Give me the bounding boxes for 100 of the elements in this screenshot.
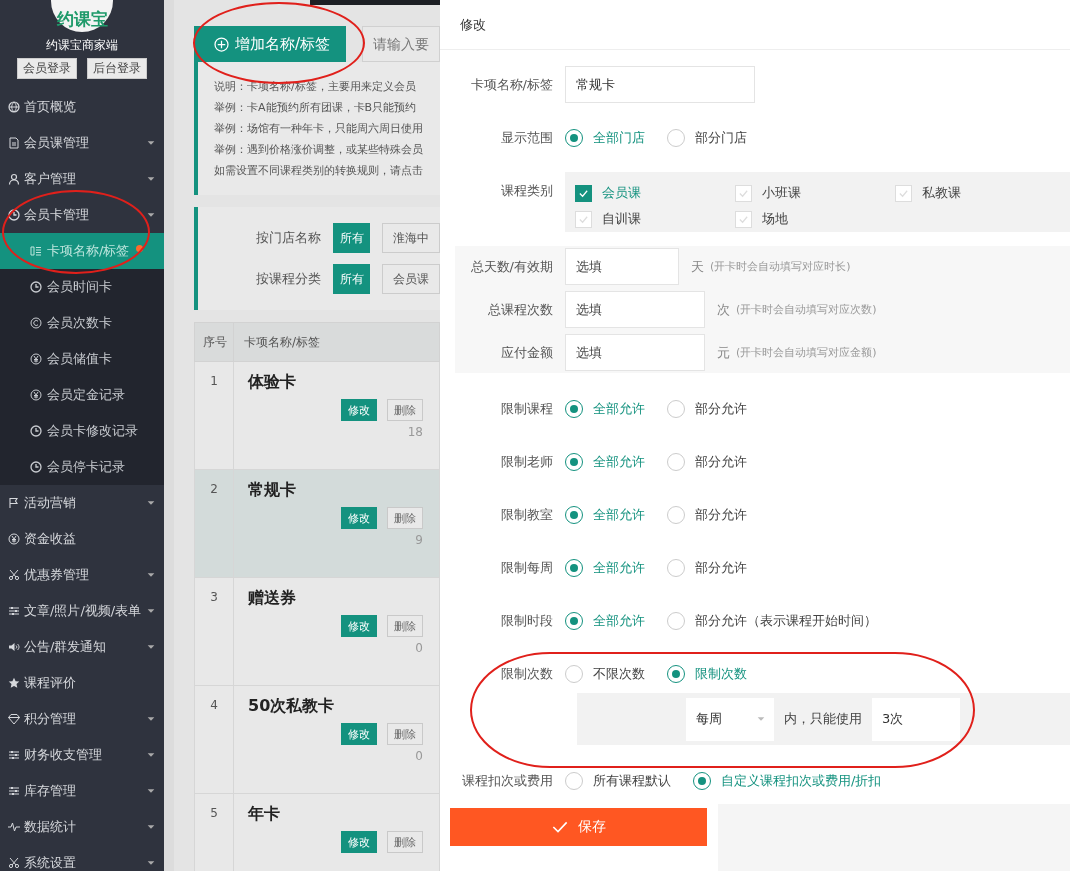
edit-button[interactable]: 修改 <box>341 507 377 529</box>
field-label: 限制次数 <box>500 664 554 683</box>
clock-icon <box>30 425 42 437</box>
submenu-item[interactable]: 会员时间卡 <box>0 269 164 305</box>
sidebar-item[interactable]: 会员卡管理 <box>0 197 164 233</box>
document-icon <box>8 137 20 149</box>
category-checkbox[interactable]: 会员课 <box>575 184 735 202</box>
yen-icon <box>30 389 42 401</box>
delete-button[interactable]: 删除 <box>387 723 423 745</box>
sidebar-item[interactable]: 优惠券管理 <box>0 557 164 593</box>
submenu-item[interactable]: 会员停卡记录 <box>0 449 164 485</box>
sliders-icon <box>8 605 20 617</box>
field-label: 课程类别 <box>500 182 554 200</box>
edit-button[interactable]: 修改 <box>341 615 377 637</box>
filter-option[interactable]: 会员课 <box>382 264 440 294</box>
delete-button[interactable]: 删除 <box>387 399 423 421</box>
unit-text: 元 <box>717 343 730 362</box>
login-button[interactable]: 会员登录 <box>17 58 77 79</box>
sidebar-item[interactable]: 库存管理 <box>0 773 164 809</box>
all-button[interactable]: 所有 <box>333 264 370 294</box>
search-field[interactable]: 请输入要 <box>362 26 440 62</box>
sidebar-item[interactable]: 财务收支管理 <box>0 737 164 773</box>
row-number: 4 <box>194 685 234 794</box>
amount-field[interactable]: 选填 <box>565 291 705 328</box>
sidebar-item[interactable]: 课程评价 <box>0 665 164 701</box>
delete-button[interactable]: 删除 <box>387 831 423 853</box>
category-checkbox[interactable]: 小班课 <box>735 184 895 202</box>
card-name: 年卡 <box>247 803 281 825</box>
radio-option[interactable]: 全部允许 <box>565 452 645 471</box>
edit-button[interactable]: 修改 <box>341 399 377 421</box>
radio-option[interactable]: 部分允许 <box>667 399 747 418</box>
sliders-icon <box>8 785 20 797</box>
amount-field[interactable]: 选填 <box>565 334 705 371</box>
count-text: 18 <box>407 425 423 439</box>
radio-option[interactable]: 不限次数 <box>565 664 645 683</box>
submenu-item[interactable]: 会员储值卡 <box>0 341 164 377</box>
coin-icon <box>30 317 42 329</box>
hint-text: (开卡时会自动填写对应时长) <box>710 259 851 274</box>
field-label: 应付金额 <box>500 343 554 362</box>
all-button[interactable]: 所有 <box>333 223 370 253</box>
card-name: 常规卡 <box>247 479 297 501</box>
sidebar-item[interactable]: 客户管理 <box>0 161 164 197</box>
radio-option[interactable]: 部分门店 <box>667 128 747 147</box>
edit-button[interactable]: 修改 <box>341 831 377 853</box>
row-number: 2 <box>194 469 234 578</box>
filter-option[interactable]: 淮海中 <box>382 223 440 253</box>
period-select[interactable]: 每周 <box>686 697 774 741</box>
brand-name: 约课宝商家端 <box>45 37 119 54</box>
table-row[interactable]: 2 常规卡 修改 删除 9 <box>194 469 440 578</box>
plus-circle-icon <box>214 36 229 52</box>
radio-option[interactable]: 限制次数 <box>667 664 747 683</box>
logo: 约课宝 <box>51 0 113 32</box>
note-text: 举例：场馆有一种年卡，只能周六周日使用 <box>214 121 424 137</box>
radio-option[interactable]: 部分允许 <box>667 452 747 471</box>
count-text: 0 <box>415 641 423 655</box>
column-header: 序号 <box>194 322 234 362</box>
notification-dot <box>136 245 144 252</box>
radio-option[interactable]: 全部允许 <box>565 399 645 418</box>
sidebar-item[interactable]: 首页概览 <box>0 89 164 125</box>
field-label: 限制老师 <box>500 452 554 471</box>
sidebar-item[interactable]: 系统设置 <box>0 845 164 871</box>
radio-option[interactable]: 全部允许 <box>565 505 645 524</box>
sidebar-item[interactable]: 积分管理 <box>0 701 164 737</box>
category-checkbox[interactable]: 场地 <box>735 210 895 228</box>
modal-title: 修改 <box>460 15 486 34</box>
radio-option[interactable]: 部分允许（表示课程开始时间） <box>667 611 877 630</box>
field-label: 卡项名称/标签 <box>469 75 554 94</box>
hint-text: (开卡时会自动填写对应次数) <box>736 302 877 317</box>
delete-button[interactable]: 删除 <box>387 507 423 529</box>
sidebar-item[interactable]: 公告/群发通知 <box>0 629 164 665</box>
edit-button[interactable]: 修改 <box>341 723 377 745</box>
add-button[interactable]: 增加名称/标签 <box>194 26 347 62</box>
sidebar-item[interactable]: 活动营销 <box>0 485 164 521</box>
radio-option[interactable]: 部分允许 <box>667 505 747 524</box>
delete-button[interactable]: 删除 <box>387 615 423 637</box>
radio-option[interactable]: 部分允许 <box>667 558 747 577</box>
radio-option[interactable]: 全部门店 <box>565 128 645 147</box>
count-text: 9 <box>415 533 423 547</box>
submenu-item[interactable]: 会员定金记录 <box>0 377 164 413</box>
radio-option[interactable]: 自定义课程扣次或费用/折扣 <box>693 771 882 790</box>
login-button[interactable]: 后台登录 <box>87 58 147 79</box>
unit-text: 次 <box>717 300 730 319</box>
sidebar-item[interactable]: 文章/照片/视频/表单 <box>0 593 164 629</box>
name-field[interactable]: 常规卡 <box>565 66 755 103</box>
limit-text: 内，只能使用 <box>784 710 862 728</box>
sidebar-item[interactable]: 数据统计 <box>0 809 164 845</box>
sidebar-item[interactable]: 资金收益 <box>0 521 164 557</box>
radio-option[interactable]: 所有课程默认 <box>565 771 671 790</box>
radio-option[interactable]: 全部允许 <box>565 611 645 630</box>
category-checkbox[interactable]: 私教课 <box>895 184 1055 202</box>
sliders-icon <box>8 749 20 761</box>
submenu-item[interactable]: 会员次数卡 <box>0 305 164 341</box>
amount-field[interactable]: 选填 <box>565 248 679 285</box>
radio-option[interactable]: 全部允许 <box>565 558 645 577</box>
sidebar-item[interactable]: 会员课管理 <box>0 125 164 161</box>
count-field[interactable]: 3次 <box>872 697 960 741</box>
category-checkbox[interactable]: 自训课 <box>575 210 735 228</box>
submenu-item[interactable]: 会员卡修改记录 <box>0 413 164 449</box>
field-label: 限制教室 <box>500 505 554 524</box>
hint-text: (开卡时会自动填写对应金额) <box>736 345 877 360</box>
